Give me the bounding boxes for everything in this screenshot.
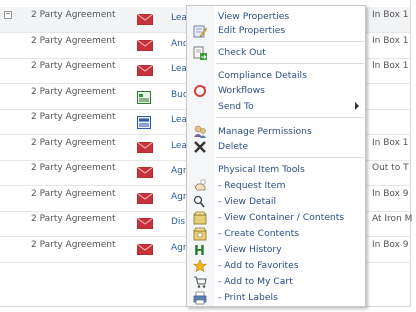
menu-item-add-to-my-cart[interactable]: - Add to My Cart	[187, 275, 365, 289]
menu-item-label: - Create Contents	[218, 228, 300, 239]
menu-item-print-labels[interactable]: - Print Labels	[187, 291, 365, 305]
envelope-icon	[136, 243, 154, 258]
record-location-cell: In Box 1	[372, 61, 409, 71]
menu-item-label: - Print Labels	[218, 292, 278, 303]
printer-icon	[193, 291, 207, 306]
menu-separator	[216, 41, 364, 42]
menu-item-label: - View Container / Contents	[218, 212, 345, 223]
record-type-cell: 2 Party Agreement	[31, 86, 116, 97]
menu-item-physical-item-tools: Physical Item Tools	[187, 163, 365, 177]
record-name-link[interactable]: Agr	[171, 166, 187, 176]
create-box-icon	[193, 227, 207, 244]
row-select-checkbox[interactable]	[4, 11, 12, 19]
record-name-link[interactable]: Agr	[171, 192, 187, 202]
record-type-cell: 2 Party Agreement	[31, 188, 116, 199]
magnifier-icon	[193, 195, 207, 212]
record-type-cell: 2 Party Agreement	[31, 35, 116, 46]
record-name-link[interactable]: Dis	[171, 217, 185, 227]
record-type-cell: 2 Party Agreement	[31, 112, 116, 122]
menu-item-label: Send To	[218, 101, 254, 112]
record-name-link[interactable]: Lea	[171, 115, 187, 125]
submenu-arrow-icon	[355, 102, 359, 110]
menu-item-add-to-favorites[interactable]: - Add to Favorites	[187, 259, 365, 273]
record-location-cell: In Box 9 IM Scott	[372, 188, 412, 199]
menu-item-label: - Add to My Cart	[218, 276, 293, 287]
record-type-cell: 2 Party Agreement	[31, 163, 116, 173]
menu-item-workflows[interactable]: Workflows	[187, 84, 365, 98]
menu-separator	[216, 63, 364, 64]
menu-item-view-detail[interactable]: - View Detail	[187, 195, 365, 209]
menu-item-edit-properties[interactable]: Edit Properties	[187, 24, 365, 38]
envelope-icon	[136, 39, 154, 54]
menu-item-label: View Properties	[218, 11, 290, 22]
edit-pencil-icon	[193, 24, 208, 41]
envelope-icon	[136, 192, 154, 207]
record-location-cell: In Box 1 Mountai	[372, 137, 412, 148]
envelope-icon	[136, 13, 154, 28]
envelope-icon	[136, 217, 154, 232]
record-location-cell: In Box 1	[372, 35, 409, 46]
envelope-icon	[136, 141, 154, 156]
document-icon	[137, 116, 151, 132]
menu-item-delete[interactable]: Delete	[187, 140, 365, 154]
record-location-cell: At Iron M	[372, 214, 412, 224]
delete-x-icon	[193, 140, 207, 157]
favorite-star-icon	[193, 259, 207, 276]
menu-item-compliance-details[interactable]: Compliance Details	[187, 69, 365, 83]
record-location-cell: Out to T	[372, 163, 409, 173]
cart-icon	[193, 275, 207, 292]
record-type-cell: 2 Party Agreement	[31, 239, 116, 250]
menu-item-view-history[interactable]: H - View History	[187, 243, 365, 260]
record-type-cell: 2 Party Agreement	[31, 61, 116, 71]
history-h-icon: H	[193, 243, 207, 260]
menu-section-label: Physical Item Tools	[218, 164, 305, 175]
menu-item-view-container-contents[interactable]: - View Container / Contents	[187, 211, 365, 225]
envelope-icon	[136, 64, 154, 79]
request-hand-icon	[193, 179, 207, 196]
record-type-cell: 2 Party Agreement	[31, 214, 116, 224]
record-name-link[interactable]: Lea	[171, 13, 187, 23]
menu-separator	[216, 117, 364, 118]
record-type-cell: 2 Party Agreement	[31, 137, 116, 148]
menu-item-label: Compliance Details	[218, 70, 307, 81]
menu-item-label: Check Out	[218, 47, 266, 58]
menu-item-send-to[interactable]: Send To	[187, 100, 365, 114]
record-name-link[interactable]: Lea	[171, 64, 187, 74]
menu-item-request-item[interactable]: - Request Item	[187, 179, 365, 193]
envelope-icon	[136, 166, 154, 181]
context-menu: View Properties Edit Properties Check Ou…	[186, 5, 366, 307]
workflow-icon	[193, 84, 207, 101]
menu-item-label: - Request Item	[218, 180, 286, 191]
spreadsheet-icon	[137, 90, 151, 107]
record-name-link[interactable]: Agr	[171, 243, 187, 253]
menu-item-label: Manage Permissions	[218, 126, 312, 137]
record-type-cell: 2 Party Agreement	[31, 10, 116, 20]
menu-item-manage-permissions[interactable]: Manage Permissions	[187, 125, 365, 139]
menu-item-create-contents[interactable]: - Create Contents	[187, 227, 365, 241]
menu-item-label: - View Detail	[218, 196, 277, 207]
container-icon	[193, 211, 207, 228]
check-out-icon	[193, 46, 207, 63]
menu-item-check-out[interactable]: Check Out	[187, 46, 365, 60]
menu-item-label: - Add to Favorites	[218, 260, 299, 271]
menu-item-label: Edit Properties	[218, 25, 286, 36]
record-name-link[interactable]: Lea	[171, 141, 187, 151]
record-location-cell: In Box 1 Mountai	[372, 10, 412, 20]
menu-item-label: - View History	[218, 244, 282, 255]
svg-text:H: H	[194, 244, 205, 257]
menu-item-label: Delete	[218, 141, 249, 152]
record-location-cell: In Box 9 IM Scott	[372, 239, 412, 250]
menu-separator	[216, 157, 364, 158]
menu-item-view-properties[interactable]: View Properties	[187, 10, 365, 24]
menu-item-label: Workflows	[218, 85, 265, 96]
